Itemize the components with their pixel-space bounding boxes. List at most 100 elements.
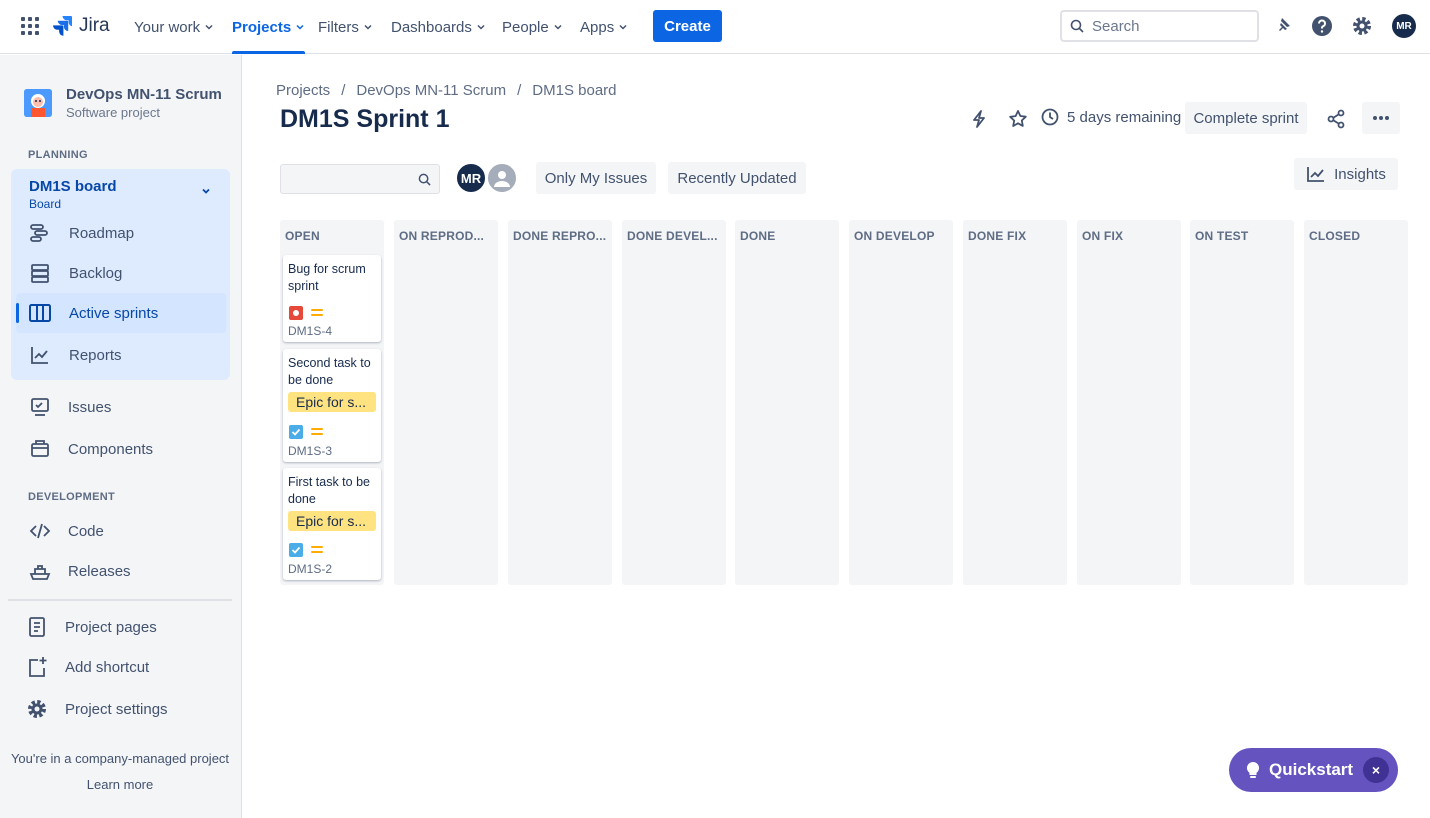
components-icon: [28, 437, 52, 461]
issue-key: DM1S-2: [288, 562, 333, 576]
avatar-filter-unassigned[interactable]: [486, 162, 518, 194]
sidebar-item-label: Reports: [69, 346, 122, 364]
sidebar-item-components[interactable]: Components: [28, 429, 153, 469]
top-navigation: Jira Your work Projects Filters Dashboar…: [0, 0, 1430, 54]
sidebar-item-label: Project pages: [65, 618, 157, 636]
quickstart-button[interactable]: Quickstart ×: [1229, 748, 1398, 792]
board-column-on-fix: ON FIX: [1077, 220, 1181, 585]
only-my-issues-filter[interactable]: Only My Issues: [536, 162, 656, 194]
issue-card[interactable]: First task to be done Epic for s... DM1S…: [283, 468, 381, 580]
sidebar-item-add-shortcut[interactable]: Add shortcut: [25, 647, 149, 687]
sidebar-item-label: Components: [68, 440, 154, 458]
clock-icon: [1041, 108, 1059, 126]
sidebar-item-project-pages[interactable]: Project pages: [25, 607, 157, 647]
breadcrumb-separator: /: [517, 82, 522, 99]
board-column-done-fix: DONE FIX: [963, 220, 1067, 585]
sprint-remaining: 5 days remaining: [1041, 108, 1181, 126]
board-column-on-develop: ON DEVELOP: [849, 220, 953, 585]
epic-badge: Epic for s...: [288, 392, 376, 412]
nav-label: People: [502, 18, 549, 36]
complete-sprint-button[interactable]: Complete sprint: [1185, 102, 1307, 134]
nav-people[interactable]: People: [502, 0, 563, 54]
nav-your-work[interactable]: Your work: [134, 0, 214, 54]
board-name[interactable]: DM1S board: [29, 178, 117, 195]
project-avatar: [24, 89, 52, 117]
nav-label: Apps: [580, 18, 615, 36]
app-switcher-icon[interactable]: [21, 17, 39, 35]
roadmap-icon: [28, 221, 52, 245]
notifications-icon[interactable]: [1270, 14, 1294, 38]
issue-card[interactable]: Second task to be done Epic for s... DM1…: [283, 349, 381, 462]
chevron-down-icon: [477, 24, 485, 30]
nav-apps[interactable]: Apps: [580, 0, 628, 54]
column-header: ON DEVELOP: [854, 229, 935, 243]
chevron-down-icon[interactable]: [201, 186, 211, 196]
board-search[interactable]: [280, 164, 440, 194]
chevron-down-icon: [554, 24, 562, 30]
priority-medium-icon: [311, 309, 323, 317]
user-avatar[interactable]: MR: [1392, 14, 1416, 38]
search-input[interactable]: [1092, 17, 1242, 35]
releases-icon: [28, 559, 52, 583]
issue-card[interactable]: Bug for scrum sprint DM1S-4: [283, 255, 381, 342]
learn-more-link[interactable]: Learn more: [0, 777, 240, 792]
project-header[interactable]: DevOps MN-11 Scrum Software project: [24, 86, 222, 120]
breadcrumb-projects[interactable]: Projects: [276, 82, 330, 99]
issue-summary: First task to be done: [288, 475, 370, 506]
star-icon[interactable]: [1006, 107, 1030, 131]
column-header: DONE: [740, 229, 776, 243]
issues-icon: [28, 395, 52, 419]
recently-updated-filter[interactable]: Recently Updated: [668, 162, 806, 194]
global-search[interactable]: [1060, 10, 1259, 42]
insights-button[interactable]: Insights: [1294, 158, 1398, 190]
breadcrumb-separator: /: [341, 82, 346, 99]
share-icon[interactable]: [1324, 107, 1348, 131]
backlog-icon: [28, 261, 52, 285]
nav-filters[interactable]: Filters: [318, 0, 373, 54]
issue-key: DM1S-3: [288, 444, 333, 458]
more-icon: [1373, 116, 1389, 120]
automation-icon[interactable]: [967, 107, 991, 131]
avatar-filter-mr[interactable]: MR: [455, 162, 487, 194]
board-search-input[interactable]: [281, 165, 411, 193]
insights-label: Insights: [1334, 165, 1386, 183]
breadcrumb-project[interactable]: DevOps MN-11 Scrum: [356, 82, 506, 99]
sidebar-item-label: Roadmap: [69, 224, 135, 242]
more-actions-button[interactable]: [1362, 102, 1400, 134]
task-icon: [289, 425, 303, 439]
search-icon: [418, 173, 431, 186]
sidebar-item-roadmap[interactable]: Roadmap: [28, 213, 134, 253]
help-icon[interactable]: [1310, 14, 1334, 38]
column-header: DONE FIX: [968, 229, 1027, 243]
company-managed-note: You're in a company-managed project: [10, 751, 230, 766]
sidebar-item-issues[interactable]: Issues: [28, 387, 111, 427]
breadcrumb-board[interactable]: DM1S board: [532, 82, 616, 99]
page-icon: [25, 615, 49, 639]
settings-icon[interactable]: [1350, 14, 1374, 38]
sidebar-item-reports[interactable]: Reports: [28, 335, 122, 375]
column-header: ON FIX: [1082, 229, 1124, 243]
chevron-down-icon: [296, 24, 304, 30]
sidebar-item-releases[interactable]: Releases: [28, 551, 131, 591]
sidebar-item-code[interactable]: Code: [28, 511, 104, 551]
priority-medium-icon: [311, 546, 323, 554]
board-column-done-devel: DONE DEVEL...: [622, 220, 726, 585]
create-button[interactable]: Create: [653, 10, 722, 42]
column-header: ON TEST: [1195, 229, 1249, 243]
page-title: DM1S Sprint 1: [280, 105, 450, 133]
chevron-down-icon: [619, 24, 627, 30]
development-label: DEVELOPMENT: [28, 491, 116, 503]
nav-dashboards[interactable]: Dashboards: [391, 0, 486, 54]
epic-badge: Epic for s...: [288, 511, 376, 531]
bug-icon: [289, 306, 303, 320]
sidebar-item-active-sprints[interactable]: Active sprints: [28, 293, 158, 333]
close-icon[interactable]: ×: [1363, 757, 1389, 783]
issue-key: DM1S-4: [288, 324, 333, 338]
sidebar-item-backlog[interactable]: Backlog: [28, 253, 122, 293]
sidebar-item-project-settings[interactable]: Project settings: [25, 689, 168, 729]
priority-medium-icon: [311, 428, 323, 436]
nav-projects[interactable]: Projects: [232, 0, 306, 54]
jira-logo[interactable]: Jira: [52, 14, 110, 38]
sidebar-item-label: Code: [68, 522, 104, 540]
board-column-done: DONE: [735, 220, 839, 585]
